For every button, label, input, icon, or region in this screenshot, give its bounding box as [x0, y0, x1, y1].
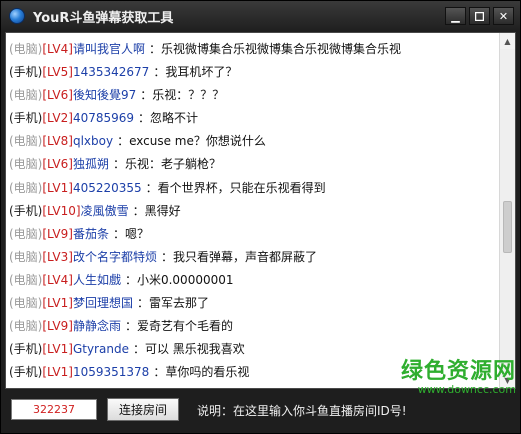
- source-label: (电脑): [9, 272, 43, 287]
- source-label: (电脑): [9, 88, 43, 103]
- message-text: ：雷军去那了: [136, 296, 209, 311]
- username: 梦回理想国: [72, 296, 133, 311]
- maximize-icon: [475, 11, 484, 21]
- username: 人生如戲: [72, 272, 121, 287]
- level-badge: [LV1]: [42, 342, 73, 357]
- username: qlxboy: [72, 134, 114, 149]
- level-badge: [LV6]: [42, 88, 73, 103]
- username: 番茄条: [72, 226, 109, 241]
- username: 改个名字都特烦: [72, 249, 157, 264]
- source-label: (手机): [9, 203, 43, 218]
- room-id-input[interactable]: [11, 399, 97, 420]
- message-text: ：乐视：老子躺枪？: [112, 157, 221, 172]
- minimize-button[interactable]: ▁: [445, 7, 466, 25]
- message-text: ：我耳机坏了？: [153, 65, 238, 80]
- message-text: ：可以 黑乐视我喜欢: [132, 342, 245, 357]
- source-label: (电脑): [9, 157, 43, 172]
- username: 凌風傲雪: [80, 203, 129, 218]
- level-badge: [LV2]: [42, 111, 73, 126]
- username: 请叫我官人啊: [72, 42, 145, 56]
- source-label: (手机): [9, 365, 43, 380]
- source-label: (手机): [9, 65, 43, 80]
- danmaku-row: (电脑)[LV6]後知後覺97 ：乐视：？？？: [6, 84, 500, 107]
- message-text: ：草你吗的看乐视: [153, 365, 250, 380]
- close-button[interactable]: ✕: [493, 7, 514, 25]
- danmaku-row: (手机)[LV5]1435342677 ：我耳机坏了？: [6, 61, 500, 84]
- danmaku-row: (手机)[LV1]1059351378 ：草你吗的看乐视: [6, 361, 500, 384]
- danmaku-row: (电脑)[LV4]人生如戲 ：小米0.00000001: [6, 269, 500, 292]
- message-text: ：我只看弹幕，声音都屏蔽了: [160, 249, 317, 264]
- message-text: ：爱奇艺有个毛看的: [124, 319, 233, 334]
- username: 405220355: [72, 180, 142, 195]
- window-title: YouR斗鱼弹幕获取工具: [33, 10, 174, 26]
- message-text: ：看个世界杯，只能在乐视看得到: [145, 180, 326, 195]
- username: 独孤朔: [72, 157, 109, 172]
- source-label: (手机): [9, 342, 43, 357]
- level-badge: [LV1]: [42, 296, 73, 311]
- control-bar: 连接房间 说明：在这里输入你斗鱼直播房间ID号!: [1, 390, 520, 433]
- source-label: (电脑): [9, 134, 43, 149]
- level-badge: [LV9]: [42, 226, 73, 241]
- level-badge: [LV1]: [42, 180, 73, 195]
- danmaku-row: (手机)[LV1]Gtyrande ：可以 黑乐视我喜欢: [6, 338, 500, 361]
- source-label: (电脑): [9, 249, 43, 264]
- message-text: ：嗯？: [112, 226, 149, 241]
- danmaku-row: (电脑)[LV4]请叫我官人啊 ：乐视微博集合乐视微博集合乐视微博集合乐视: [6, 38, 500, 61]
- danmaku-row: (电脑)[LV1]405220355 ：看个世界杯，只能在乐视看得到: [6, 177, 500, 200]
- level-badge: [LV4]: [42, 272, 73, 287]
- danmaku-panel: (电脑)[LV4]请叫我官人啊 ：乐视微博集合乐视微博集合乐视微博集合乐视 (手机)…: [5, 32, 516, 389]
- message-text: ：excuse me？你想说什么: [117, 134, 266, 149]
- level-badge: [LV1]: [42, 365, 73, 380]
- message-text: ：黑得好: [132, 203, 181, 218]
- level-badge: [LV6]: [42, 157, 73, 172]
- app-window: YouR斗鱼弹幕获取工具 ▁ ✕ (电脑)[LV4]请叫我官人啊 ：乐视微博集合乐…: [0, 0, 521, 434]
- danmaku-list: (电脑)[LV4]请叫我官人啊 ：乐视微博集合乐视微博集合乐视微博集合乐视 (手机)…: [6, 33, 500, 388]
- danmaku-row: (电脑)[LV6]独孤朔 ：乐视：老子躺枪？: [6, 153, 500, 176]
- connect-room-button[interactable]: 连接房间: [107, 398, 179, 421]
- danmaku-row: (手机)[LV2]40785969 ：忽略不计: [6, 107, 500, 130]
- message-text: ：小米0.00000001: [124, 272, 234, 287]
- maximize-button[interactable]: [469, 7, 490, 25]
- vertical-scrollbar[interactable]: ▲ ▼: [499, 33, 515, 388]
- scroll-down-arrow-icon[interactable]: ▼: [500, 372, 515, 388]
- username: 1435342677: [72, 65, 150, 80]
- username: Gtyrande: [72, 342, 129, 357]
- source-label: (手机): [9, 111, 43, 126]
- level-badge: [LV10]: [42, 203, 81, 218]
- message-text: ：乐视：？？？: [140, 88, 225, 103]
- danmaku-row: (电脑)[LV9]静静念雨 ：爱奇艺有个毛看的: [6, 315, 500, 338]
- source-label: (电脑): [9, 296, 43, 311]
- danmaku-row: (电脑)[LV8]qlxboy ：excuse me？你想说什么: [6, 130, 500, 153]
- source-label: (电脑): [9, 180, 43, 195]
- message-text: ：乐视微博集合乐视微博集合乐视微博集合乐视: [148, 42, 401, 56]
- scroll-up-arrow-icon[interactable]: ▲: [500, 33, 515, 49]
- username: 1059351378: [72, 365, 150, 380]
- level-badge: [LV8]: [42, 134, 73, 149]
- username: 静静念雨: [72, 319, 121, 334]
- danmaku-row: (电脑)[LV9]番茄条 ：嗯？: [6, 223, 500, 246]
- danmaku-row: (手机)[LV10]凌風傲雪 ：黑得好: [6, 200, 500, 223]
- window-controls: ▁ ✕: [445, 7, 514, 25]
- instruction-text: 说明：在这里输入你斗鱼直播房间ID号!: [197, 404, 407, 418]
- app-logo-icon: [9, 8, 25, 24]
- danmaku-row: (电脑)[LV1]梦回理想国 ：雷军去那了: [6, 292, 500, 315]
- source-label: (电脑): [9, 226, 43, 241]
- username: 後知後覺97: [72, 88, 137, 103]
- title-bar[interactable]: YouR斗鱼弹幕获取工具 ▁ ✕: [1, 1, 520, 31]
- level-badge: [LV3]: [42, 249, 73, 264]
- danmaku-row: (电脑)[LV3]改个名字都特烦 ：我只看弹幕，声音都屏蔽了: [6, 246, 500, 269]
- username: 40785969: [72, 111, 135, 126]
- source-label: (电脑): [9, 319, 43, 334]
- scrollbar-thumb[interactable]: [503, 201, 512, 253]
- level-badge: [LV5]: [42, 65, 73, 80]
- level-badge: [LV9]: [42, 319, 73, 334]
- level-badge: [LV4]: [42, 42, 73, 56]
- source-label: (电脑): [9, 42, 43, 56]
- message-text: ：忽略不计: [138, 111, 199, 126]
